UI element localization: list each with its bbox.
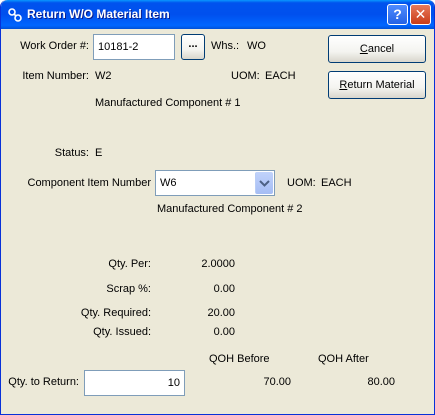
whs-value: WO: [247, 40, 266, 52]
cancel-button-mnemonic: C: [359, 43, 368, 55]
close-button[interactable]: ✕: [410, 4, 431, 25]
whs-label: Whs.:: [211, 40, 240, 52]
return-button-label-rest: eturn Material: [347, 79, 415, 91]
qty-required-value: 20.00: [207, 307, 235, 319]
component-uom-value: EACH: [321, 177, 352, 189]
component-item-label: Component Item Number: [27, 177, 152, 189]
cancel-button[interactable]: Cancel: [328, 35, 426, 63]
qty-issued-label: Qty. Issued:: [93, 326, 151, 338]
work-order-label: Work Order #:: [20, 40, 89, 52]
component-description: Manufactured Component # 2: [157, 203, 303, 215]
qoh-before-value: 70.00: [263, 376, 291, 388]
return-material-button[interactable]: Return Material: [328, 71, 426, 99]
title-bar[interactable]: Return W/O Material Item ? ✕: [1, 0, 434, 29]
scrap-value: 0.00: [213, 283, 235, 295]
qty-per-value: 2.0000: [201, 258, 235, 270]
chevron-down-icon[interactable]: [255, 172, 273, 194]
cancel-button-label-rest: ancel: [367, 43, 395, 55]
qoh-before-label: QOH Before: [209, 353, 270, 365]
qty-to-return-label: Qty. to Return:: [8, 376, 79, 388]
work-order-input[interactable]: 10181-2: [93, 34, 175, 60]
component-item-value: W6: [160, 177, 177, 189]
window-title: Return W/O Material Item: [27, 7, 170, 21]
uom-label: UOM:: [231, 70, 260, 82]
qty-to-return-input[interactable]: 10: [84, 370, 185, 396]
qoh-after-label: QOH After: [318, 353, 369, 365]
item-number-value: W2: [95, 70, 112, 82]
qty-issued-value: 0.00: [213, 326, 235, 338]
item-description: Manufactured Component # 1: [95, 97, 241, 109]
component-uom-label: UOM:: [287, 177, 316, 189]
status-label: Status:: [54, 147, 89, 159]
qoh-after-value: 80.00: [367, 376, 395, 388]
scrap-label: Scrap %:: [106, 283, 151, 295]
status-value: E: [95, 147, 103, 159]
work-order-lookup-button[interactable]: ...: [181, 34, 205, 60]
item-number-label: Item Number:: [22, 70, 89, 82]
uom-value: EACH: [265, 70, 296, 82]
app-icon: [8, 8, 22, 22]
component-item-select[interactable]: W6: [155, 170, 275, 196]
help-button[interactable]: ?: [387, 4, 408, 25]
qty-required-label: Qty. Required:: [80, 307, 151, 319]
return-material-dialog: Return W/O Material Item ? ✕ Work Order …: [0, 0, 435, 415]
qty-per-label: Qty. Per:: [108, 258, 151, 270]
